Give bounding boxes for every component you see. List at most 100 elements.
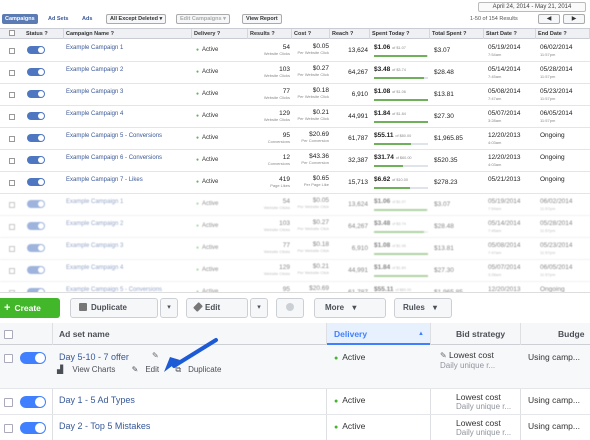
spend-progress-fill [374, 165, 403, 167]
row-toggle[interactable] [27, 266, 45, 274]
row-toggle[interactable] [20, 352, 46, 364]
row-checkbox[interactable] [9, 48, 15, 54]
view-charts-link[interactable]: ▟ View Charts [57, 365, 122, 374]
col-bid-strategy[interactable]: Bid strategy [456, 323, 526, 345]
table-row[interactable]: Example Campaign 6 - Conversions Active 12… [0, 150, 590, 172]
duplicate-dropdown-button[interactable]: ▾ [160, 298, 178, 318]
table-row[interactable]: Example Campaign 5 - ConversionsActive95… [0, 128, 590, 150]
cost-value: $43.36 Per Conversion [294, 153, 329, 165]
campaign-name-link[interactable]: Example Campaign 6 - Conversions [66, 155, 186, 162]
archive-button[interactable] [276, 298, 304, 318]
table-row[interactable]: Day 5-10 - 7 offer ✎ ▟ View Charts ✎ Edit… [0, 345, 590, 389]
campaign-name-link[interactable]: Example Campaign 1 [66, 45, 186, 52]
row-toggle[interactable] [27, 134, 45, 142]
create-button[interactable]: + Create [0, 298, 60, 318]
ad-set-name-link[interactable]: Day 5-10 - 7 offer [59, 352, 129, 362]
campaign-name-link[interactable]: Example Campaign 7 - Likes [66, 177, 186, 184]
start-time: 3:28am [488, 118, 502, 123]
tab-ads[interactable]: Ads [82, 14, 92, 24]
edit-button[interactable]: Edit [186, 298, 248, 318]
results-value: 103 Website Clicks [246, 66, 290, 78]
col-reach[interactable]: Reach ? [330, 29, 370, 39]
total-spent-value: $27.30 [434, 267, 454, 274]
row-toggle[interactable] [27, 156, 45, 164]
row-toggle[interactable] [27, 90, 45, 98]
row-toggle[interactable] [27, 178, 45, 186]
row-checkbox[interactable] [9, 224, 15, 230]
row-checkbox[interactable] [4, 398, 13, 407]
col-total-spent[interactable]: Total Spent ? [430, 29, 484, 39]
table-row[interactable]: Example Campaign 1 Active 54Website Clicks… [0, 40, 590, 62]
row-checkbox[interactable] [4, 354, 13, 363]
row-checkbox[interactable] [9, 114, 15, 120]
prev-page-button[interactable]: ◀ [538, 14, 560, 24]
campaign-name-link[interactable]: Example Campaign 3 [66, 243, 186, 250]
campaign-name-link[interactable]: Example Campaign 5 - Conversions [66, 133, 186, 140]
campaign-name-link[interactable]: Example Campaign 4 [66, 265, 186, 272]
col-start-date[interactable]: Start Date ? [484, 29, 536, 39]
table-row[interactable]: Example Campaign 2 Active 103Website Click… [0, 62, 590, 84]
table-row[interactable]: Example Campaign 1 Active 54Website Clicks… [0, 194, 590, 216]
row-checkbox[interactable] [9, 158, 15, 164]
row-toggle[interactable] [27, 222, 45, 230]
table-row[interactable]: Day 1 - 5 Ad Types ● Active Lowest cost Da… [0, 389, 590, 415]
campaign-name-link[interactable]: Example Campaign 1 [66, 199, 186, 206]
table-row[interactable]: Example Campaign 5 - ConversionsActive95… [0, 282, 590, 292]
campaign-name-link[interactable]: Example Campaign 2 [66, 221, 186, 228]
view-report-button[interactable]: View Report [242, 14, 282, 24]
edit-campaigns-button[interactable]: Edit Campaigns ▾ [176, 14, 230, 24]
col-results[interactable]: Results ? [248, 29, 292, 39]
row-checkbox[interactable] [9, 246, 15, 252]
end-date: 06/05/2014 [540, 264, 573, 271]
col-spent-today[interactable]: Spent Today ? [370, 29, 430, 39]
campaign-name-link[interactable]: Example Campaign 3 [66, 89, 186, 96]
row-toggle[interactable] [27, 244, 45, 252]
table-row[interactable]: Example Campaign 4 Active 129Website Click… [0, 106, 590, 128]
campaign-name-link[interactable]: Example Campaign 2 [66, 67, 186, 74]
row-toggle[interactable] [27, 46, 45, 54]
select-all-checkbox[interactable] [9, 30, 15, 36]
ad-set-name-link[interactable]: Day 1 - 5 Ad Types [59, 395, 135, 405]
row-toggle[interactable] [27, 68, 45, 76]
next-page-button[interactable]: ▶ [563, 14, 585, 24]
col-status[interactable]: Status ? [24, 29, 64, 39]
pencil-icon[interactable]: ✎ [152, 351, 159, 360]
col-budget[interactable]: Budge [558, 323, 590, 345]
ad-set-name-link[interactable]: Day 2 - Top 5 Mistakes [59, 421, 150, 431]
edit-dropdown-button[interactable]: ▾ [250, 298, 268, 318]
row-checkbox[interactable] [9, 92, 15, 98]
row-checkbox[interactable] [9, 136, 15, 142]
table-row[interactable]: Example Campaign 3 Active 77Website Clicks… [0, 84, 590, 106]
col-end-date[interactable]: End Date ? [536, 29, 590, 39]
row-checkbox[interactable] [9, 70, 15, 76]
col-campaign-name[interactable]: Campaign Name ? [64, 29, 192, 39]
row-toggle[interactable] [20, 396, 46, 408]
status-filter-select[interactable]: All Except Deleted ▾ [106, 14, 167, 24]
row-checkbox[interactable] [9, 202, 15, 208]
more-button[interactable]: More ▾ [314, 298, 386, 318]
tab-campaigns[interactable]: Campaigns [2, 14, 38, 24]
row-toggle[interactable] [20, 422, 46, 434]
spent-of: of $1.84 [392, 112, 406, 116]
table-row[interactable]: Example Campaign 2 Active 103Website Click… [0, 216, 590, 238]
col-delivery[interactable]: Delivery ? [192, 29, 248, 39]
table-row[interactable]: Day 2 - Top 5 Mistakes ● Active Lowest co… [0, 415, 590, 440]
results-number: 129 [279, 110, 290, 117]
duplicate-button[interactable]: Duplicate [70, 298, 158, 318]
rules-button[interactable]: Rules ▾ [394, 298, 452, 318]
campaign-name-link[interactable]: Example Campaign 4 [66, 111, 186, 118]
tab-ad-sets[interactable]: Ad Sets [48, 14, 68, 24]
col-delivery[interactable]: Delivery ▲ [326, 323, 430, 345]
table-row[interactable]: Example Campaign 3 Active 77Website Clicks… [0, 238, 590, 260]
date-range-picker[interactable]: April 24, 2014 - May 21, 2014 [478, 2, 586, 12]
select-all-checkbox[interactable] [4, 330, 13, 339]
row-checkbox[interactable] [9, 268, 15, 274]
table-row[interactable]: Example Campaign 4 Active 129Website Click… [0, 260, 590, 282]
row-checkbox[interactable] [9, 180, 15, 186]
col-cost[interactable]: Cost ? [292, 29, 330, 39]
end-time: 11:57pm [540, 228, 556, 233]
row-checkbox[interactable] [4, 424, 13, 433]
row-toggle[interactable] [27, 200, 45, 208]
table-row[interactable]: Example Campaign 7 - Likes Active 419Page … [0, 172, 590, 194]
row-toggle[interactable] [27, 112, 45, 120]
